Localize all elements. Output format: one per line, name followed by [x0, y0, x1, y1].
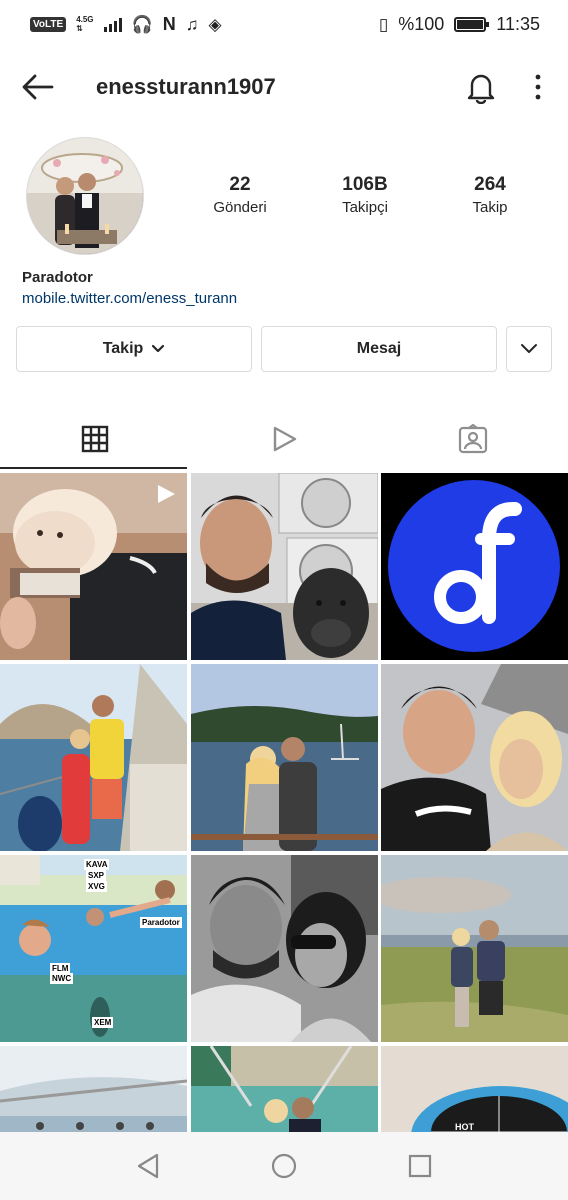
vibrate-icon: ▯	[378, 14, 389, 34]
stat-following-count: 264	[474, 174, 506, 195]
status-bar: VoLTE 4.5G ⇅ 🎧 N ♫ ◈ ▯ %100 11:35	[0, 0, 568, 48]
nav-back-button[interactable]	[128, 1146, 168, 1186]
post-thumbnail[interactable]: HOT	[381, 1046, 568, 1133]
recents-square-icon	[408, 1154, 432, 1178]
meme-label: XEM	[92, 1017, 114, 1028]
nav-home-button[interactable]	[264, 1146, 304, 1186]
chevron-down-icon	[152, 344, 165, 353]
nfc-icon: N	[162, 14, 176, 34]
home-circle-icon	[271, 1153, 297, 1179]
tab-tagged[interactable]	[379, 408, 568, 470]
post-thumbnail[interactable]	[190, 1046, 378, 1133]
meme-label: KAVA	[84, 859, 110, 870]
post-thumbnail[interactable]	[0, 473, 187, 660]
signal-icon	[103, 16, 122, 32]
posts-grid: KAVA SXP XVG Paradotor FLM NWC XEM HOT	[0, 473, 568, 1133]
meme-label: XVG	[86, 881, 107, 892]
suggested-accounts-button[interactable]	[506, 326, 552, 372]
back-triangle-icon	[137, 1153, 159, 1179]
stat-followers-label: Takipçi	[342, 199, 388, 216]
grid-icon	[81, 425, 108, 453]
follow-button-label: Takip	[102, 340, 144, 357]
headphones-icon: 🎧	[131, 14, 153, 34]
chevron-down-icon	[521, 344, 537, 353]
diamond-icon: ◈	[208, 14, 222, 34]
active-tab-indicator	[0, 467, 187, 469]
stat-following-label: Takip	[472, 199, 508, 216]
post-thumbnail[interactable]	[190, 855, 378, 1042]
bell-icon[interactable]	[464, 70, 498, 104]
stat-posts-label: Gönderi	[213, 199, 267, 216]
page-title: enessturann1907	[96, 74, 276, 99]
meme-label: Paradotor	[140, 917, 182, 928]
network-type: 4.5G ⇅	[76, 15, 94, 33]
post-thumbnail[interactable]	[190, 664, 378, 851]
profile-stats: 22 Gönderi 106B Takipçi 264 Takip	[190, 172, 540, 218]
battery-icon	[454, 16, 490, 32]
tab-reels[interactable]	[189, 408, 378, 470]
post-thumbnail[interactable]	[381, 855, 568, 1042]
profile-actions: Takip Mesaj	[16, 326, 552, 372]
clock: 11:35	[496, 13, 540, 34]
nav-recents-button[interactable]	[400, 1146, 440, 1186]
tagged-icon	[459, 424, 488, 454]
tab-posts-grid[interactable]	[0, 408, 189, 470]
system-navigation-bar	[0, 1132, 568, 1200]
stat-posts[interactable]: 22 Gönderi	[190, 172, 290, 218]
message-button[interactable]: Mesaj	[261, 326, 497, 372]
reels-icon	[273, 426, 297, 452]
music-note-icon: ♫	[185, 14, 199, 34]
stat-posts-count: 22	[229, 174, 251, 195]
profile-header: enessturann1907	[0, 60, 568, 114]
stat-following[interactable]: 264 Takip	[440, 172, 540, 218]
post-thumbnail[interactable]	[381, 664, 568, 851]
video-play-icon	[158, 485, 175, 503]
post-thumbnail[interactable]	[381, 473, 568, 660]
avatar[interactable]	[26, 137, 144, 255]
post-thumbnail[interactable]: KAVA SXP XVG Paradotor FLM NWC XEM	[0, 855, 187, 1042]
post-thumbnail[interactable]	[190, 473, 378, 660]
profile-tabs	[0, 408, 568, 470]
more-options-icon[interactable]	[528, 72, 548, 102]
bio-link[interactable]: mobile.twitter.com/eness_turann	[22, 290, 237, 307]
meme-label: SXP	[86, 870, 107, 881]
bio-name: Paradotor	[22, 269, 93, 286]
stat-followers[interactable]: 106B Takipçi	[315, 172, 415, 218]
stat-followers-count: 106B	[342, 174, 388, 195]
back-arrow-icon[interactable]	[20, 69, 56, 105]
battery-percent: %100	[398, 13, 445, 34]
post-thumbnail[interactable]	[0, 1046, 187, 1133]
meme-label: NWC	[50, 973, 74, 984]
post-thumbnail[interactable]	[0, 664, 187, 851]
follow-button[interactable]: Takip	[16, 326, 252, 372]
message-button-label: Mesaj	[356, 340, 402, 357]
volte-badge: VoLTE	[30, 16, 67, 32]
